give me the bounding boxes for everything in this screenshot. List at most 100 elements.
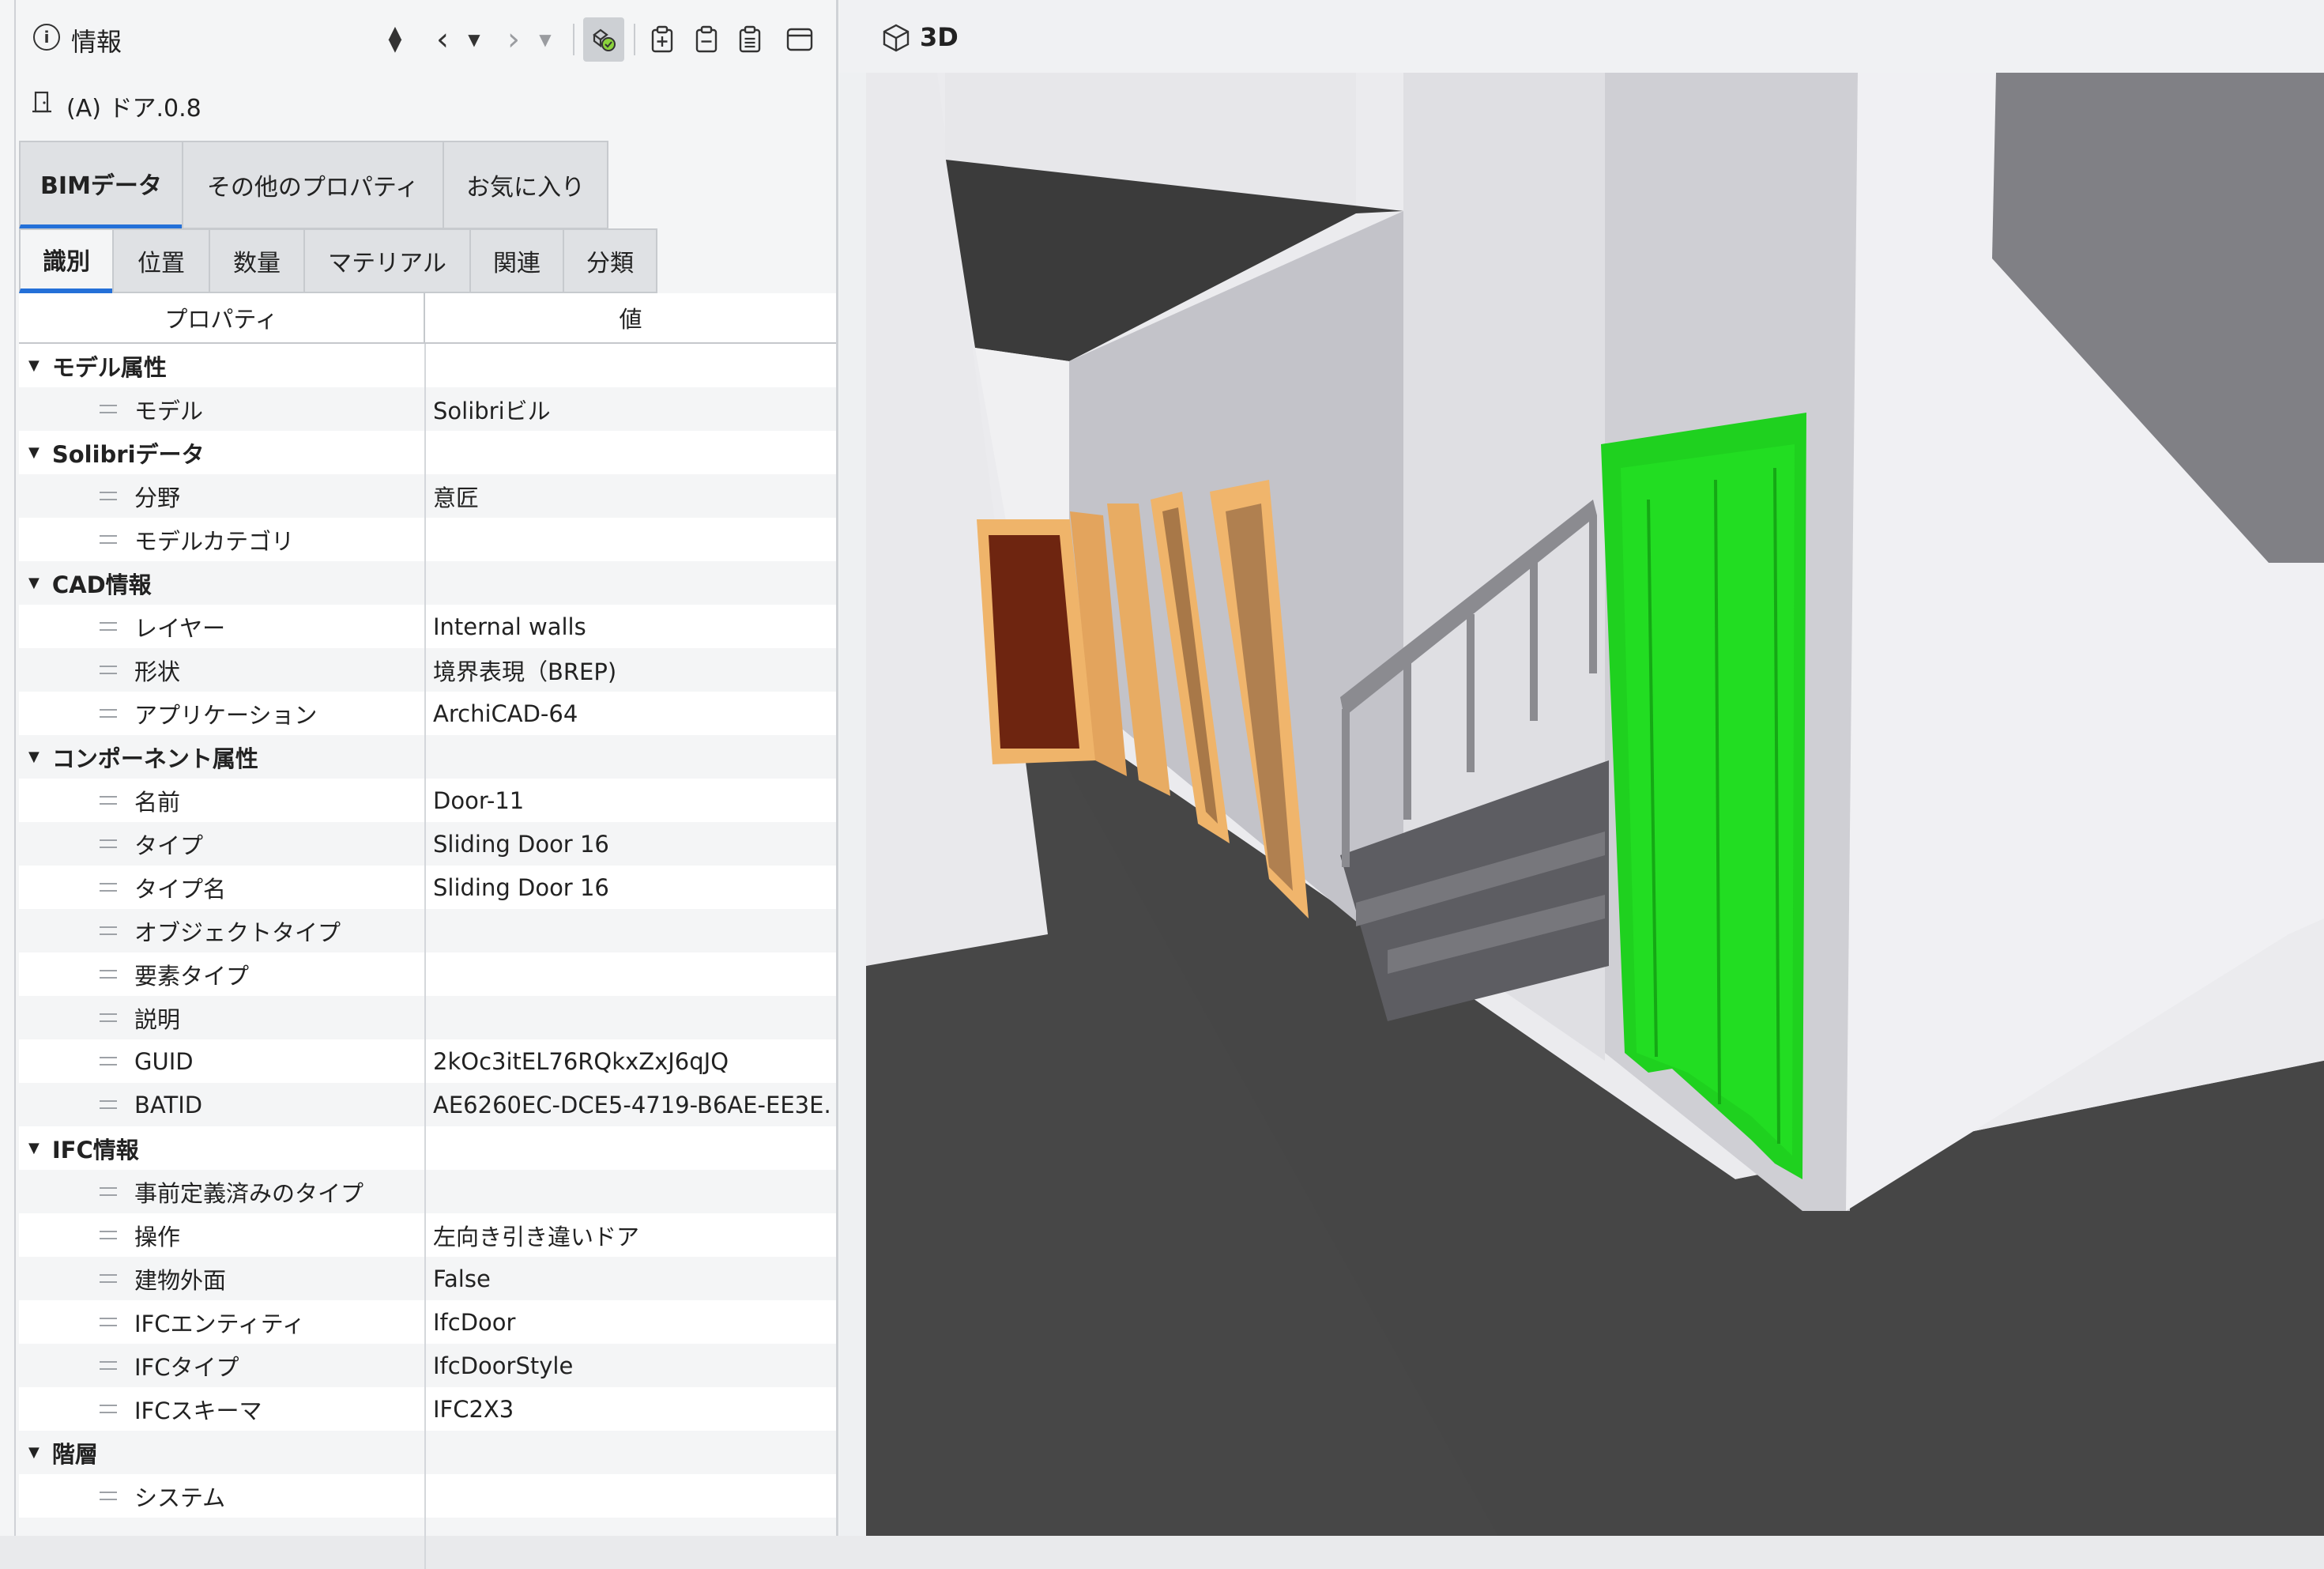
- subtab-classification[interactable]: 分類: [563, 228, 657, 293]
- property-value: False: [433, 1265, 491, 1292]
- property-name: 名前: [19, 779, 504, 822]
- group-label: モデル属性: [51, 353, 167, 381]
- property-row[interactable]: 説明: [19, 996, 836, 1039]
- property-row[interactable]: GUID 2kOc3itEL76RQkxZxJ6qJQ: [19, 1039, 836, 1083]
- property-row[interactable]: 要素タイプ: [19, 952, 836, 996]
- sort-updown-icon[interactable]: ▲ ▼: [379, 17, 411, 62]
- property-name: 要素タイプ: [19, 952, 504, 996]
- property-row[interactable]: IFCエンティティ IfcDoor: [19, 1300, 836, 1344]
- property-row[interactable]: 分野 意匠: [19, 474, 836, 518]
- property-row[interactable]: レイヤー Internal walls: [19, 605, 836, 648]
- column-header-property[interactable]: プロパティ: [19, 293, 425, 342]
- remove-from-favorites-button[interactable]: [688, 17, 725, 62]
- property-group-name[interactable]: ▼ Solibriデータ: [19, 431, 433, 474]
- subtab-quantity[interactable]: 数量: [209, 228, 303, 293]
- property-row[interactable]: システム: [19, 1474, 836, 1518]
- property-group-row[interactable]: ▼ 階層: [19, 1431, 836, 1474]
- property-row[interactable]: 操作 左向き引き違いドア: [19, 1213, 836, 1257]
- subtab-material[interactable]: マテリアル: [303, 228, 469, 293]
- door-icon: [32, 91, 51, 113]
- property-row[interactable]: 事前定義済みのタイプ: [19, 1170, 836, 1213]
- favorites-list-button[interactable]: [732, 17, 768, 62]
- property-value: [433, 996, 831, 1039]
- property-value: AE6260EC-DCE5-4719-B6AE-EE3E...: [433, 1091, 831, 1118]
- sub-tab-bar: 識別 位置 数量 マテリアル 関連 分類: [19, 228, 657, 293]
- property-label: タイプ名: [134, 875, 227, 903]
- expand-triangle-icon[interactable]: ▼: [28, 1444, 40, 1461]
- railing-post: [1403, 662, 1411, 820]
- tab-favorites[interactable]: お気に入り: [443, 141, 608, 229]
- expand-triangle-icon[interactable]: ▼: [28, 1140, 40, 1156]
- property-value: IfcDoor: [433, 1308, 516, 1336]
- property-label: 分野: [134, 484, 181, 511]
- property-group-row[interactable]: ▼ コンポーネント属性: [19, 735, 836, 779]
- back-arrow-icon[interactable]: ‹: [427, 17, 458, 62]
- panel-splitter[interactable]: [836, 0, 838, 1536]
- sort-down-arrow-icon: ▼: [388, 36, 402, 55]
- property-group-row[interactable]: ▼ Solibriデータ: [19, 431, 836, 474]
- forward-history-dropdown-icon[interactable]: ▼: [533, 17, 557, 62]
- expand-triangle-icon[interactable]: ▼: [28, 357, 40, 374]
- subtab-location[interactable]: 位置: [112, 228, 209, 293]
- add-to-favorites-button[interactable]: [644, 17, 680, 62]
- property-value: [433, 952, 831, 996]
- property-group-name[interactable]: ▼ モデル属性: [19, 344, 433, 387]
- property-row[interactable]: IFCタイプ IfcDoorStyle: [19, 1344, 836, 1387]
- property-group-name[interactable]: ▼ コンポーネント属性: [19, 735, 433, 779]
- property-group-name[interactable]: ▼ 階層: [19, 1431, 433, 1474]
- property-row[interactable]: BATID AE6260EC-DCE5-4719-B6AE-EE3E...: [19, 1083, 836, 1126]
- property-name: 説明: [19, 996, 504, 1039]
- property-label: GUID: [134, 1047, 194, 1075]
- panel-border: [14, 0, 16, 1536]
- clipboard-plus-icon: [651, 25, 673, 53]
- property-table: プロパティ 値 ▼ モデル属性モデル Solibriビル ▼ Solibriデータ 分野 意…: [19, 293, 836, 1569]
- tab-other-properties[interactable]: その他のプロパティ: [182, 141, 443, 229]
- clipboard-minus-icon: [695, 25, 718, 53]
- sync-selection-toggle[interactable]: [583, 17, 624, 62]
- main-tab-bar: BIMデータ その他のプロパティ お気に入り: [19, 141, 608, 229]
- property-label: 名前: [134, 788, 181, 816]
- property-name: IFCタイプ: [19, 1344, 504, 1387]
- group-label: コンポーネント属性: [51, 745, 258, 772]
- property-value: [433, 1170, 831, 1213]
- property-group-row[interactable]: ▼ IFC情報: [19, 1126, 836, 1170]
- back-history-dropdown-icon[interactable]: ▼: [462, 17, 486, 62]
- property-group-name[interactable]: ▼ IFC情報: [19, 1126, 433, 1170]
- property-row[interactable]: 名前 Door-11: [19, 779, 836, 822]
- property-group-row[interactable]: ▼ CAD情報: [19, 561, 836, 605]
- property-row[interactable]: オブジェクトタイプ: [19, 909, 836, 952]
- 3d-cube-icon: [883, 24, 910, 52]
- 3d-model-canvas[interactable]: [866, 73, 2324, 1536]
- property-value: 2kOc3itEL76RQkxZxJ6qJQ: [433, 1047, 729, 1075]
- property-row[interactable]: アプリケーション ArchiCAD-64: [19, 692, 836, 735]
- property-label: アプリケーション: [134, 701, 318, 729]
- property-row[interactable]: 形状 境界表現（BREP): [19, 648, 836, 692]
- view-header: 3D: [839, 0, 2324, 73]
- tab-bim-data[interactable]: BIMデータ: [19, 141, 182, 229]
- property-row[interactable]: タイプ名 Sliding Door 16: [19, 866, 836, 909]
- property-value: Door-11: [433, 786, 525, 814]
- property-row[interactable]: モデルカテゴリ: [19, 518, 836, 561]
- forward-arrow-icon[interactable]: ›: [498, 17, 529, 62]
- property-label: モデルカテゴリ: [134, 527, 295, 555]
- railing-post: [1342, 709, 1350, 867]
- railing-post: [1467, 614, 1475, 772]
- subtab-identification[interactable]: 識別: [19, 228, 112, 293]
- property-label: 要素タイプ: [134, 962, 250, 990]
- property-row[interactable]: モデル Solibriビル: [19, 387, 836, 431]
- property-name: アプリケーション: [19, 692, 504, 735]
- property-group-value: [433, 431, 831, 474]
- property-group-row[interactable]: ▼ モデル属性: [19, 344, 836, 387]
- subtab-relation[interactable]: 関連: [469, 228, 563, 293]
- property-group-name[interactable]: ▼ CAD情報: [19, 561, 433, 605]
- window-options-button[interactable]: [781, 17, 819, 62]
- property-label: タイプ: [134, 832, 204, 859]
- expand-triangle-icon[interactable]: ▼: [28, 575, 40, 591]
- property-row[interactable]: 建物外面 False: [19, 1257, 836, 1300]
- column-header-value[interactable]: 値: [425, 293, 836, 342]
- property-row[interactable]: タイプ Sliding Door 16: [19, 822, 836, 866]
- window-icon: [786, 28, 813, 51]
- property-row[interactable]: IFCスキーマ IFC2X3: [19, 1387, 836, 1431]
- expand-triangle-icon[interactable]: ▼: [28, 749, 40, 765]
- expand-triangle-icon[interactable]: ▼: [28, 444, 40, 461]
